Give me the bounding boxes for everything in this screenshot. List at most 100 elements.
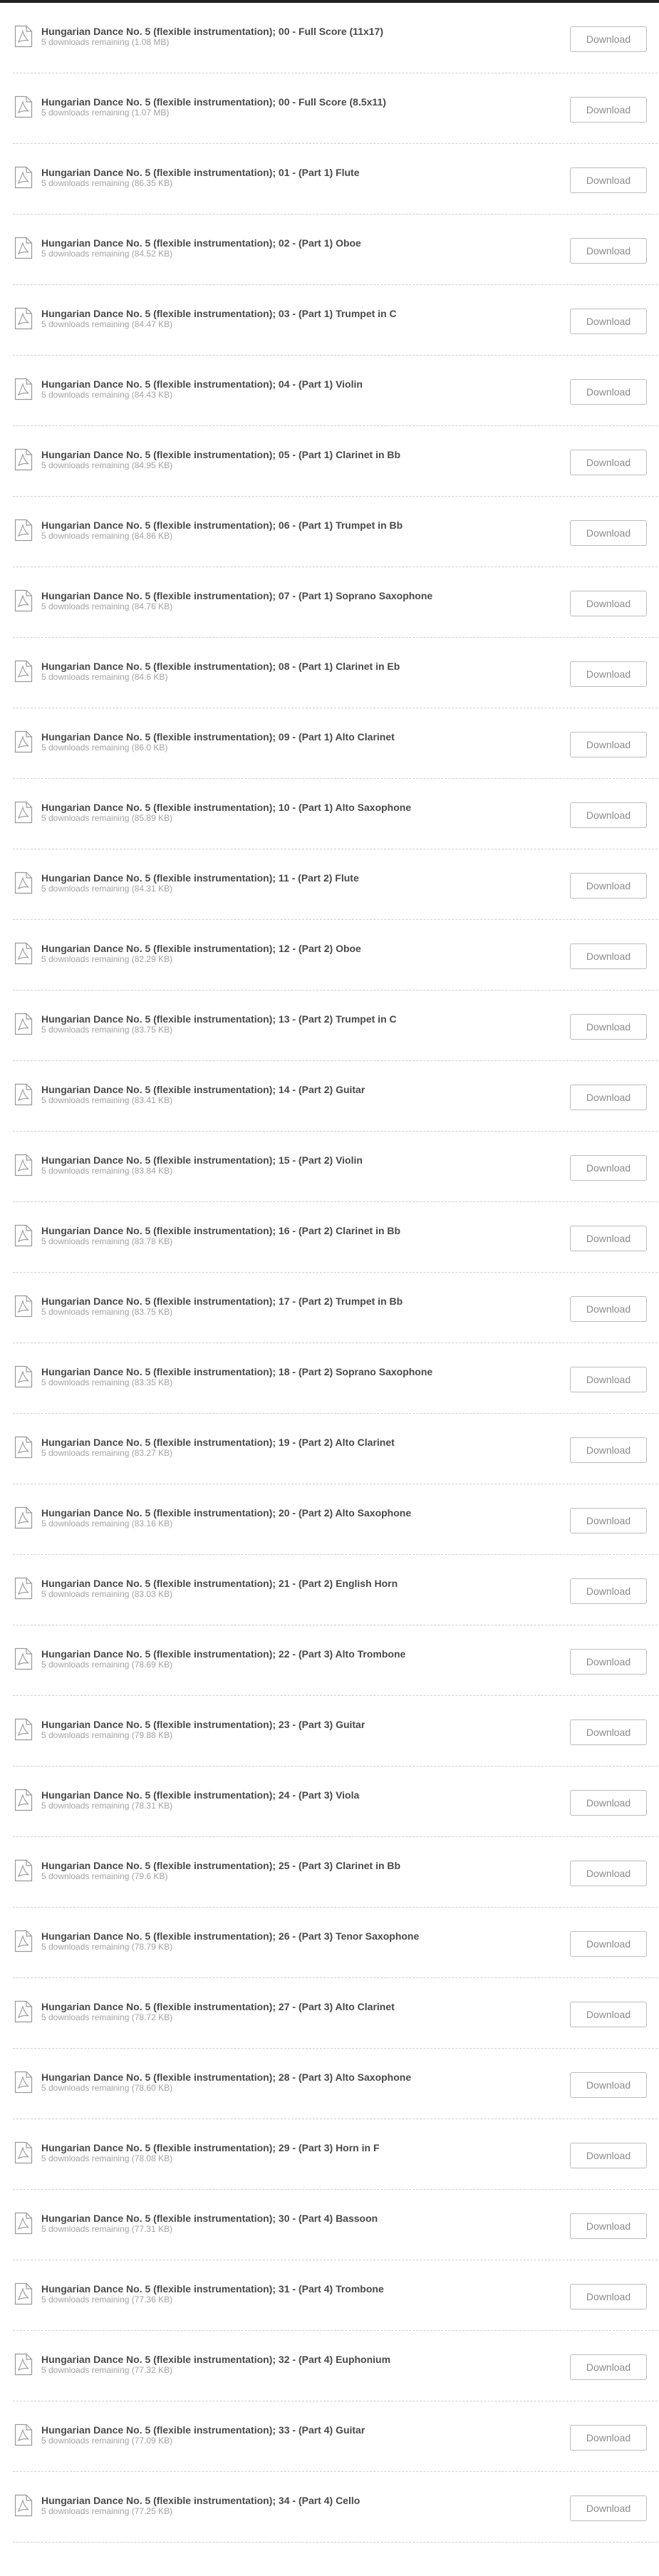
pdf-file-icon	[14, 166, 33, 189]
download-button[interactable]: Download	[570, 1226, 647, 1251]
download-button[interactable]: Download	[570, 2213, 647, 2239]
download-button[interactable]: Download	[570, 1649, 647, 1675]
file-meta: 5 downloads remaining (79.88 KB)	[41, 1730, 173, 1740]
file-meta: 5 downloads remaining (83.84 KB)	[41, 1166, 173, 1176]
download-row: Hungarian Dance No. 5 (flexible instrume…	[13, 1273, 658, 1343]
pdf-file-icon	[14, 237, 33, 259]
download-button[interactable]: Download	[570, 2072, 647, 2098]
download-button[interactable]: Download	[570, 2425, 647, 2451]
file-meta: 5 downloads remaining (84.76 KB)	[41, 601, 173, 611]
pdf-file-icon	[14, 1930, 33, 1952]
file-meta: 5 downloads remaining (77.32 KB)	[41, 2365, 173, 2375]
file-title: Hungarian Dance No. 5 (flexible instrume…	[41, 167, 360, 178]
download-button[interactable]: Download	[570, 309, 647, 334]
file-title: Hungarian Dance No. 5 (flexible instrume…	[41, 590, 433, 601]
download-row: Hungarian Dance No. 5 (flexible instrume…	[13, 2401, 658, 2472]
download-button[interactable]: Download	[570, 1014, 647, 1040]
download-button[interactable]: Download	[570, 1437, 647, 1463]
download-button[interactable]: Download	[570, 2002, 647, 2027]
file-meta: 5 downloads remaining (1.07 MB)	[41, 108, 170, 118]
file-meta: 5 downloads remaining (84.6 KB)	[41, 672, 168, 682]
pdf-file-icon	[14, 25, 33, 48]
download-row: Hungarian Dance No. 5 (flexible instrume…	[13, 1767, 658, 1837]
download-row: Hungarian Dance No. 5 (flexible instrume…	[13, 497, 658, 567]
file-title: Hungarian Dance No. 5 (flexible instrume…	[41, 1084, 365, 1095]
file-title: Hungarian Dance No. 5 (flexible instrume…	[41, 449, 401, 460]
download-row: Hungarian Dance No. 5 (flexible instrume…	[13, 1061, 658, 1132]
download-button[interactable]: Download	[570, 450, 647, 475]
download-button[interactable]: Download	[570, 1931, 647, 1957]
download-button[interactable]: Download	[570, 1296, 647, 1322]
download-row: Hungarian Dance No. 5 (flexible instrume…	[13, 2331, 658, 2401]
file-meta: 5 downloads remaining (78.72 KB)	[41, 2012, 173, 2022]
pdf-file-icon	[14, 519, 33, 542]
pdf-file-icon	[14, 1154, 33, 1176]
download-row: Hungarian Dance No. 5 (flexible instrume…	[13, 849, 658, 920]
file-title: Hungarian Dance No. 5 (flexible instrume…	[41, 519, 403, 531]
download-button[interactable]: Download	[570, 2284, 647, 2309]
file-meta: 5 downloads remaining (86.35 KB)	[41, 178, 173, 188]
pdf-file-icon	[14, 1365, 33, 1388]
file-meta: 5 downloads remaining (83.03 KB)	[41, 1589, 173, 1599]
download-button[interactable]: Download	[570, 1508, 647, 1533]
download-button[interactable]: Download	[570, 379, 647, 405]
file-meta: 5 downloads remaining (83.75 KB)	[41, 1307, 173, 1317]
download-row: Hungarian Dance No. 5 (flexible instrume…	[13, 990, 658, 1061]
download-button[interactable]: Download	[570, 2354, 647, 2380]
download-button[interactable]: Download	[570, 732, 647, 757]
download-button[interactable]: Download	[570, 1790, 647, 1816]
file-meta: 5 downloads remaining (84.31 KB)	[41, 884, 173, 894]
download-row: Hungarian Dance No. 5 (flexible instrume…	[13, 1837, 658, 1908]
file-title: Hungarian Dance No. 5 (flexible instrume…	[41, 1930, 420, 1942]
pdf-file-icon	[14, 1506, 33, 1529]
pdf-file-icon	[14, 2212, 33, 2235]
file-meta: 5 downloads remaining (78.08 KB)	[41, 2153, 173, 2163]
pdf-file-icon	[14, 448, 33, 471]
download-button[interactable]: Download	[570, 1367, 647, 1392]
download-button[interactable]: Download	[570, 167, 647, 193]
file-title: Hungarian Dance No. 5 (flexible instrume…	[41, 1437, 395, 1448]
download-button[interactable]: Download	[570, 873, 647, 899]
file-meta: 5 downloads remaining (84.86 KB)	[41, 531, 173, 541]
file-meta: 5 downloads remaining (77.31 KB)	[41, 2224, 173, 2234]
file-title: Hungarian Dance No. 5 (flexible instrume…	[41, 378, 363, 390]
file-title: Hungarian Dance No. 5 (flexible instrume…	[41, 802, 412, 813]
pdf-file-icon	[14, 589, 33, 612]
download-button[interactable]: Download	[570, 2143, 647, 2168]
file-title: Hungarian Dance No. 5 (flexible instrume…	[41, 661, 400, 672]
pdf-file-icon	[14, 2000, 33, 2023]
download-button[interactable]: Download	[570, 1861, 647, 1886]
file-meta: 5 downloads remaining (83.75 KB)	[41, 1025, 173, 1035]
file-meta: 5 downloads remaining (84.95 KB)	[41, 460, 173, 470]
download-button[interactable]: Download	[570, 238, 647, 264]
download-row: Hungarian Dance No. 5 (flexible instrume…	[13, 285, 658, 356]
file-meta: 5 downloads remaining (85.89 KB)	[41, 813, 173, 823]
file-meta: 5 downloads remaining (78.69 KB)	[41, 1660, 173, 1670]
download-button[interactable]: Download	[570, 591, 647, 616]
pdf-file-icon	[14, 801, 33, 824]
download-row: Hungarian Dance No. 5 (flexible instrume…	[13, 1908, 658, 1978]
pdf-file-icon	[14, 1859, 33, 1882]
pdf-file-icon	[14, 1647, 33, 1670]
download-button[interactable]: Download	[570, 661, 647, 687]
file-title: Hungarian Dance No. 5 (flexible instrume…	[41, 1648, 406, 1660]
download-row: Hungarian Dance No. 5 (flexible instrume…	[13, 567, 658, 638]
download-button[interactable]: Download	[570, 520, 647, 546]
download-button[interactable]: Download	[570, 1085, 647, 1110]
download-button[interactable]: Download	[570, 26, 647, 52]
download-button[interactable]: Download	[570, 97, 647, 123]
file-meta: 5 downloads remaining (77.36 KB)	[41, 2295, 173, 2305]
download-row: Hungarian Dance No. 5 (flexible instrume…	[13, 920, 658, 990]
download-row: Hungarian Dance No. 5 (flexible instrume…	[13, 2049, 658, 2119]
download-button[interactable]: Download	[570, 1719, 647, 1745]
pdf-file-icon	[14, 2424, 33, 2446]
download-button[interactable]: Download	[570, 1578, 647, 1604]
download-button[interactable]: Download	[570, 1155, 647, 1181]
pdf-file-icon	[14, 378, 33, 400]
file-title: Hungarian Dance No. 5 (flexible instrume…	[41, 2354, 391, 2365]
download-button[interactable]: Download	[570, 943, 647, 969]
pdf-file-icon	[14, 1577, 33, 1600]
file-title: Hungarian Dance No. 5 (flexible instrume…	[41, 943, 361, 954]
download-button[interactable]: Download	[570, 2495, 647, 2521]
download-button[interactable]: Download	[570, 802, 647, 828]
